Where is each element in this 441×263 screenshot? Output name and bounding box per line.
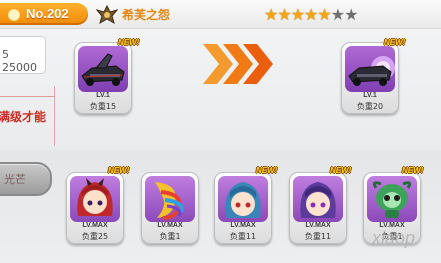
item-level: LV.MAX [157, 222, 183, 229]
dark-vehicle-icon [78, 46, 128, 92]
watermark: xiaop [372, 228, 416, 248]
new-label: NEW! [330, 166, 352, 175]
star-empty-icon: ★ [330, 5, 345, 24]
badge-dot-icon [8, 9, 20, 21]
upgrade-arrow-icon [203, 44, 273, 84]
item-header: No.202 希芙之怨 ★★★★★★★ [0, 0, 441, 29]
number-badge: No.202 [0, 3, 88, 25]
rainbow-wing-icon [145, 176, 195, 222]
star-empty-icon: ★ [344, 5, 358, 24]
price-box: 5 25000 [0, 36, 46, 74]
new-label: NEW! [118, 38, 140, 47]
item-weight: 负重1 [159, 232, 181, 241]
purple-haired-character-icon [293, 176, 343, 222]
item-card-current[interactable]: LV.1 负重15 [74, 42, 132, 114]
item-title: 希芙之怨 [122, 8, 171, 22]
new-label: NEW! [384, 38, 406, 47]
star-filled-icon: ★ [264, 5, 278, 24]
new-label: NEW! [256, 166, 278, 175]
requirement-note: 满级才能 [0, 110, 47, 124]
item-weight: 负重25 [81, 232, 109, 241]
star-rating: ★★★★★★★ [264, 5, 358, 24]
item-level: LV.MAX [230, 222, 256, 229]
gray-button-label: 光芒 [4, 173, 26, 186]
item-level: LV.1 [363, 92, 377, 99]
item-card[interactable]: LV.MAX 负重11 [289, 172, 347, 244]
divider [0, 96, 55, 97]
new-label: NEW! [108, 166, 130, 175]
green-creature-icon [367, 176, 417, 222]
item-weight: 负重11 [304, 232, 332, 241]
item-level: LV.MAX [305, 222, 331, 229]
item-card[interactable]: LV.MAX 负重1 [141, 172, 199, 244]
winged-crest-icon [96, 4, 118, 25]
item-weight: 负重15 [89, 102, 117, 111]
item-card[interactable]: LV.MAX 负重11 [214, 172, 272, 244]
item-card[interactable]: LV.MAX 负重25 [66, 172, 124, 244]
dark-vehicle-glow-icon [345, 46, 395, 92]
item-level: LV.MAX [82, 222, 108, 229]
blue-haired-character-icon [218, 176, 268, 222]
star-filled-icon: ★ [304, 5, 318, 24]
item-number: No.202 [26, 6, 69, 21]
item-weight: 负重11 [229, 232, 257, 241]
red-haired-character-icon [70, 176, 120, 222]
item-weight: 负重20 [356, 102, 384, 111]
gray-action-button[interactable]: 光芒 [0, 162, 52, 196]
star-filled-icon: ★ [290, 5, 305, 24]
divider [54, 86, 55, 146]
price-value: 5 25000 [2, 48, 37, 74]
star-filled-icon: ★ [317, 5, 331, 24]
star-filled-icon: ★ [277, 5, 291, 24]
item-card-upgraded[interactable]: LV.1 负重20 [341, 42, 399, 114]
item-level: LV.1 [96, 92, 110, 99]
new-label: NEW! [402, 166, 424, 175]
